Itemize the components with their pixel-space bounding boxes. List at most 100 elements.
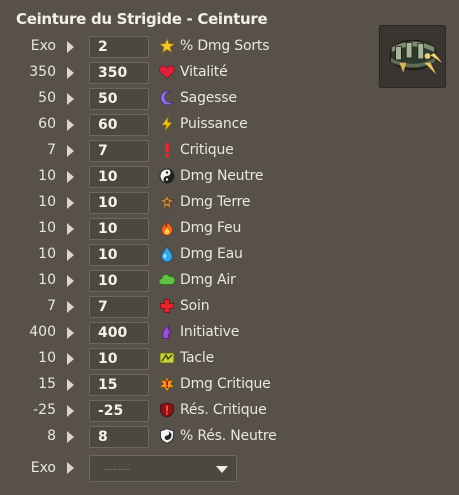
exo-row: Exo ------ xyxy=(0,455,459,483)
stat-base-value: 350 xyxy=(29,64,56,80)
stat-base-value: 10 xyxy=(38,168,56,184)
stat-row: 10 10 Dmg Feu xyxy=(0,217,380,241)
stat-label: Critique xyxy=(180,142,234,158)
stat-value-input[interactable]: 15 xyxy=(89,374,149,396)
stat-label: Initiative xyxy=(180,324,240,340)
exclamation-icon xyxy=(159,142,175,158)
stat-row: 10 10 Dmg Neutre xyxy=(0,165,380,189)
apply-arrow-icon[interactable] xyxy=(67,275,74,287)
stat-base-value: 10 xyxy=(38,272,56,288)
stat-label: Dmg Eau xyxy=(180,246,243,262)
air-cloud-icon xyxy=(159,272,175,288)
stat-value-input[interactable]: 350 xyxy=(89,62,149,84)
apply-arrow-icon[interactable] xyxy=(67,145,74,157)
water-drop-icon xyxy=(159,246,175,262)
apply-arrow-icon[interactable] xyxy=(67,353,74,365)
stat-value-input[interactable]: 8 xyxy=(89,426,149,448)
stat-base-value: 400 xyxy=(29,324,56,340)
stat-label: Dmg Critique xyxy=(180,376,271,392)
stat-base-value: 10 xyxy=(38,246,56,262)
tackle-icon xyxy=(159,350,175,366)
stat-label: Tacle xyxy=(180,350,215,366)
apply-arrow-icon[interactable] xyxy=(67,67,74,79)
stat-row: 10 10 Dmg Terre xyxy=(0,191,380,215)
apply-arrow-icon[interactable] xyxy=(67,223,74,235)
stat-value-input[interactable]: 10 xyxy=(89,244,149,266)
stat-base-value: 10 xyxy=(38,194,56,210)
apply-arrow-icon[interactable] xyxy=(67,249,74,261)
exo-select[interactable]: ------ xyxy=(89,455,237,482)
stat-row: 10 10 Tacle xyxy=(0,347,380,371)
neutral-resistance-icon xyxy=(159,428,175,444)
stat-row: 7 7 Soin xyxy=(0,295,380,319)
moon-icon xyxy=(159,90,175,106)
apply-arrow-icon[interactable] xyxy=(67,119,74,131)
stat-value-input[interactable]: 10 xyxy=(89,348,149,370)
stat-row: -25 -25 Rés. Critique xyxy=(0,399,380,423)
stat-base-value: 60 xyxy=(38,116,56,132)
stat-value-input[interactable]: 10 xyxy=(89,218,149,240)
apply-arrow-icon[interactable] xyxy=(67,197,74,209)
stat-row: 50 50 Sagesse xyxy=(0,87,380,111)
stat-label: % Dmg Sorts xyxy=(180,38,270,54)
stat-base-value: 15 xyxy=(38,376,56,392)
belt-item-image xyxy=(379,25,446,88)
critical-resistance-icon xyxy=(159,402,175,418)
stat-row: 10 10 Dmg Eau xyxy=(0,243,380,267)
stat-label: Vitalité xyxy=(180,64,228,80)
stat-label: Dmg Air xyxy=(180,272,236,288)
fire-icon xyxy=(159,220,175,236)
stat-base-value: Exo xyxy=(30,38,56,54)
stat-base-value: 50 xyxy=(38,90,56,106)
stat-label: % Rés. Neutre xyxy=(180,428,277,444)
exo-label: Exo xyxy=(30,460,56,476)
apply-arrow-icon[interactable] xyxy=(67,379,74,391)
item-stats-panel: Ceinture du Strigide - Ceinture Exo 2 % … xyxy=(0,0,459,495)
star-icon xyxy=(159,38,175,54)
yin-yang-icon xyxy=(159,168,175,184)
apply-arrow-icon[interactable] xyxy=(67,301,74,313)
stat-label: Soin xyxy=(180,298,210,314)
stat-base-value: 8 xyxy=(47,428,56,444)
critical-damage-icon xyxy=(159,376,175,392)
stat-label: Rés. Critique xyxy=(180,402,267,418)
stat-value-input[interactable]: 10 xyxy=(89,192,149,214)
stat-row: 7 7 Critique xyxy=(0,139,380,163)
stat-value-input[interactable]: 10 xyxy=(89,166,149,188)
apply-arrow-icon[interactable] xyxy=(67,41,74,53)
earth-icon xyxy=(159,194,175,210)
item-title: Ceinture du Strigide - Ceinture xyxy=(16,10,268,28)
stat-base-value: 7 xyxy=(47,142,56,158)
stat-value-input[interactable]: 7 xyxy=(89,296,149,318)
stat-row: 15 15 Dmg Critique xyxy=(0,373,380,397)
stat-base-value: 10 xyxy=(38,220,56,236)
apply-arrow-icon[interactable] xyxy=(67,405,74,417)
stat-row: Exo 2 % Dmg Sorts xyxy=(0,35,380,59)
stat-value-input[interactable]: 400 xyxy=(89,322,149,344)
chevron-down-icon[interactable] xyxy=(216,466,228,473)
heart-icon xyxy=(159,64,175,80)
stat-label: Dmg Neutre xyxy=(180,168,264,184)
lightning-icon xyxy=(159,116,175,132)
apply-arrow-icon[interactable] xyxy=(67,171,74,183)
stat-row: 350 350 Vitalité xyxy=(0,61,380,85)
stat-label: Sagesse xyxy=(180,90,237,106)
stat-label: Dmg Terre xyxy=(180,194,251,210)
stat-value-input[interactable]: 7 xyxy=(89,140,149,162)
stat-value-input[interactable]: 50 xyxy=(89,88,149,110)
stat-label: Puissance xyxy=(180,116,248,132)
apply-arrow-icon[interactable] xyxy=(67,93,74,105)
stat-value-input[interactable]: 2 xyxy=(89,36,149,58)
stat-base-value: -25 xyxy=(33,402,56,418)
stat-value-input[interactable]: -25 xyxy=(89,400,149,422)
apply-arrow-icon[interactable] xyxy=(67,327,74,339)
stat-label: Dmg Feu xyxy=(180,220,242,236)
stat-value-input[interactable]: 60 xyxy=(89,114,149,136)
stat-value-input[interactable]: 10 xyxy=(89,270,149,292)
stat-base-value: 7 xyxy=(47,298,56,314)
stat-row: 400 400 Initiative xyxy=(0,321,380,345)
apply-arrow-icon[interactable] xyxy=(67,431,74,443)
exo-select-placeholder: ------ xyxy=(104,461,130,476)
apply-arrow-icon[interactable] xyxy=(67,462,74,474)
stat-row: 8 8 % Rés. Neutre xyxy=(0,425,380,449)
